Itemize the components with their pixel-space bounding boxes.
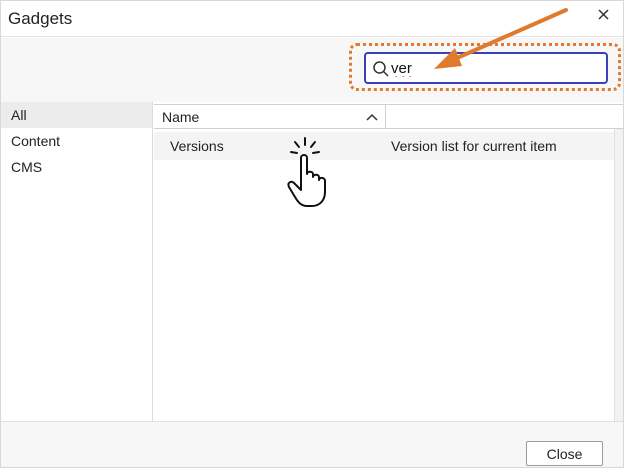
chevron-up-icon[interactable]: [365, 110, 379, 124]
search-input[interactable]: [391, 57, 601, 79]
row-description: Version list for current item: [391, 138, 557, 154]
dialog-footer: Close: [1, 421, 623, 467]
row-name: Versions: [170, 138, 224, 154]
column-header-name-label: Name: [162, 109, 200, 125]
search-box[interactable]: [364, 52, 608, 84]
gadget-grid: Name Versions Version list for current i…: [154, 102, 623, 421]
gadgets-dialog: Gadgets All Content CMS Name: [0, 0, 624, 468]
close-button[interactable]: Close: [526, 441, 603, 466]
dialog-titlebar: Gadgets: [1, 1, 623, 37]
search-area: [1, 38, 623, 102]
sidebar-item-cms[interactable]: CMS: [1, 154, 152, 180]
sidebar-item-all[interactable]: All: [1, 102, 152, 128]
grid-header: Name: [154, 104, 623, 129]
search-icon: [373, 61, 389, 77]
category-sidebar: All Content CMS: [1, 102, 153, 421]
table-row[interactable]: Versions Version list for current item: [154, 132, 614, 160]
vertical-scrollbar[interactable]: [614, 129, 623, 421]
column-header-description[interactable]: [387, 105, 623, 128]
sidebar-item-content[interactable]: Content: [1, 128, 152, 154]
column-header-name[interactable]: Name: [154, 105, 386, 128]
dialog-title: Gadgets: [8, 9, 73, 28]
close-icon[interactable]: [595, 6, 613, 24]
